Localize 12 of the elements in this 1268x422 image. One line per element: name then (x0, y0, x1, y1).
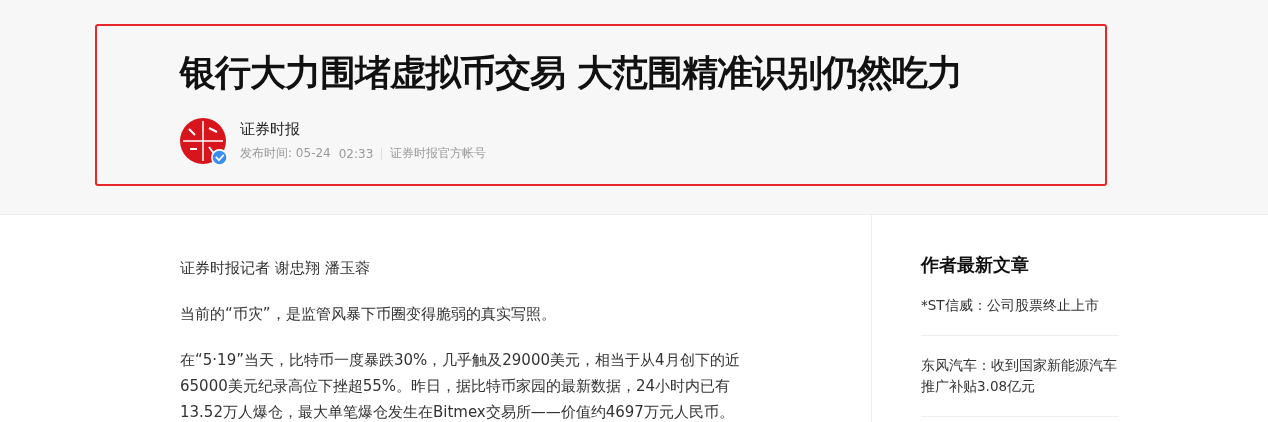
source-logo-icon[interactable] (180, 118, 226, 164)
article-title: 银行大力围堵虚拟币交易 大范围精准识别仍然吃力 (180, 51, 963, 95)
account-type: 证券时报官方帐号 (390, 145, 487, 162)
article-link[interactable]: *ST信威：公司股票终止上市 (921, 295, 1119, 316)
article-paragraph: 当前的“币灾”，是监管风暴下币圈变得脆弱的真实写照。 (180, 304, 557, 325)
publish-date: 发布时间: 05-24 (240, 145, 331, 162)
sidebar-title: 作者最新文章 (921, 253, 1030, 277)
source-name[interactable]: 证券时报 (240, 120, 487, 139)
article-paragraph: 在“5·19”当天，比特币一度暴跌30%，几乎触及29000美元，相当于从4月创下的近65000美元纪录高位下挫超55%。昨日，据比特币家园的最新数据，24小时内已有13.52万人爆仓，最大单笔爆仓发生在Bitmex交易所——价值约4697万元人民币。 (180, 350, 741, 422)
article-paragraph: 证券时报记者 谢忠翔 潘玉蓉 (180, 258, 371, 279)
article-link[interactable]: 东风汽车：收到国家新能源汽车推广补贴3.08亿元 (921, 355, 1119, 397)
publish-time: 02:33 (338, 146, 374, 161)
